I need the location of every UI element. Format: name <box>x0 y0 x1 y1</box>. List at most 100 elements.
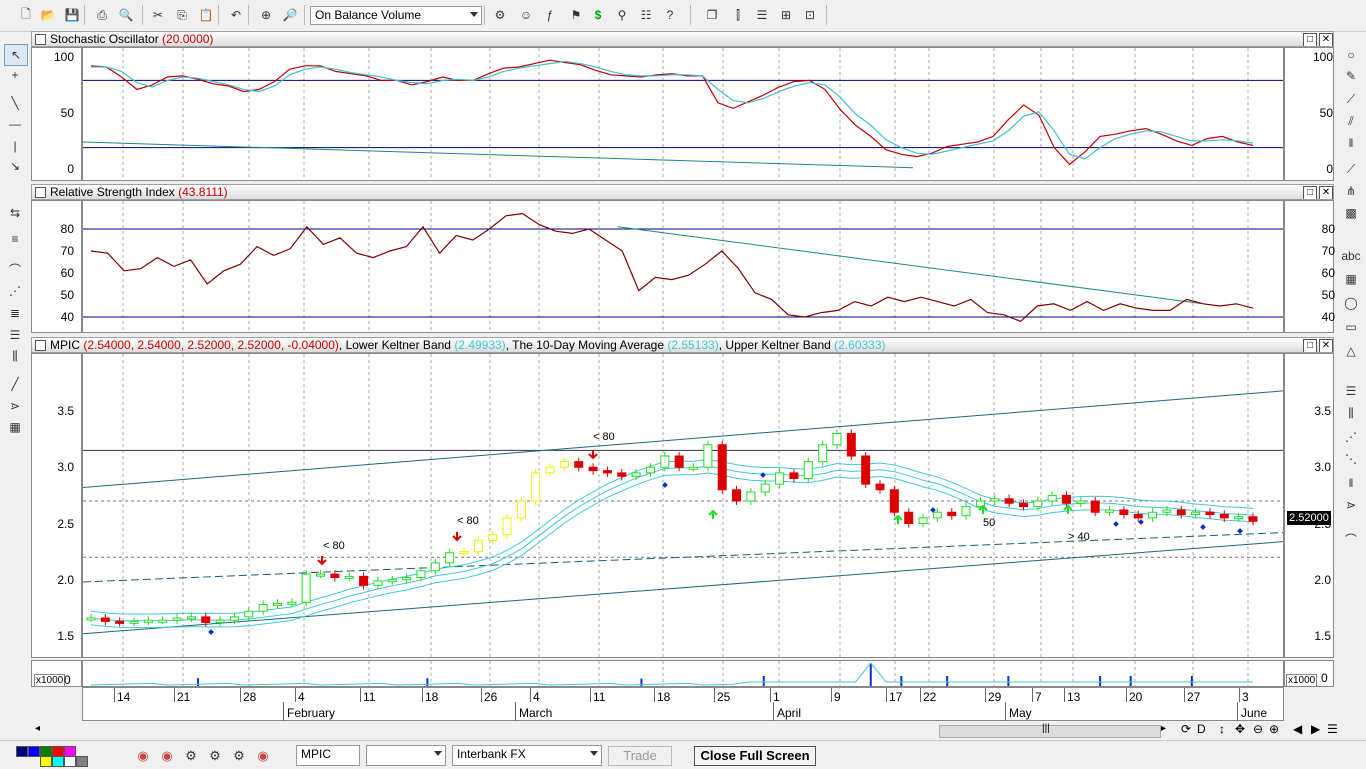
arc-tool-icon[interactable]: ⌒ <box>1340 529 1362 549</box>
dollar-icon[interactable]: $ <box>588 5 608 25</box>
close-icon[interactable]: ✕ <box>1319 186 1333 199</box>
browser-icon[interactable]: ◉ <box>158 747 176 765</box>
stochastic-panel-title[interactable]: Stochastic Oscillator (20.0000) □ ✕ <box>31 31 1334 47</box>
scroll-thumb[interactable]: ||| <box>939 723 1161 738</box>
table-tool-icon[interactable]: ▦ <box>1340 269 1362 289</box>
help-icon[interactable]: ? <box>660 5 680 25</box>
color-swatch[interactable] <box>16 746 28 757</box>
open-folder-icon[interactable]: 📂 <box>38 5 58 25</box>
maximize-icon[interactable]: □ <box>1303 339 1317 352</box>
system-tester-icon[interactable]: ⚑ <box>566 5 586 25</box>
copy-icon[interactable]: ⎘ <box>172 5 192 25</box>
formula-icon[interactable]: ƒ <box>540 5 560 25</box>
ellipse-tool-icon[interactable]: ◯ <box>1340 293 1362 313</box>
close-icon[interactable]: ✕ <box>1319 339 1333 352</box>
fib-time-tool-icon[interactable]: ‖ <box>1340 473 1362 493</box>
color-swatch[interactable] <box>52 756 64 767</box>
price-plot[interactable]: < 80 < 80 < 80 50 > 40 <box>82 353 1284 658</box>
crosshair-icon[interactable]: ⊕ <box>256 5 276 25</box>
options-icon[interactable]: ☰ <box>1327 722 1338 736</box>
pencil-tool-icon[interactable]: ✎ <box>1340 66 1362 86</box>
step-right-icon[interactable]: ▶ <box>1311 722 1320 736</box>
channel-tool-icon[interactable]: ⫽ <box>1340 111 1362 131</box>
browser-icon[interactable]: ◉ <box>134 747 152 765</box>
chevron-down-icon[interactable] <box>590 751 598 756</box>
columns-tool-icon[interactable]: ⫼ <box>1340 403 1362 423</box>
browser-icon[interactable]: ◉ <box>254 747 272 765</box>
paste-icon[interactable]: 📋 <box>196 5 216 25</box>
vertical-line-tool-icon[interactable]: | <box>4 136 26 156</box>
color-swatch[interactable] <box>28 746 40 757</box>
period-select[interactable] <box>366 745 446 766</box>
link-icon[interactable]: ⚙ <box>206 747 224 765</box>
tile-vertical-icon[interactable]: ⫿ <box>728 5 748 25</box>
speed-lines-tool-icon[interactable]: ⋗ <box>4 396 26 416</box>
bars-tool-icon[interactable]: ‖ <box>1340 133 1362 153</box>
trendline-tool-icon[interactable]: ╲ <box>4 93 26 113</box>
regression-tool-icon[interactable]: ⟋ <box>1340 159 1362 179</box>
cascade-icon[interactable]: ❐ <box>702 5 722 25</box>
undo-icon[interactable]: ↶ <box>226 5 246 25</box>
pan-tool-icon[interactable]: ⇆ <box>4 203 26 223</box>
list-tool-icon[interactable]: ☰ <box>1340 381 1362 401</box>
rsi-panel-title[interactable]: Relative Strength Index (43.8111) □ ✕ <box>31 184 1334 200</box>
rectangle-tool-icon[interactable]: ▭ <box>1340 317 1362 337</box>
price-panel-title[interactable]: MPIC (2.54000, 2.54000, 2.52000, 2.52000… <box>31 337 1334 353</box>
line-tool-icon[interactable]: ╱ <box>4 374 26 394</box>
binoculars-icon[interactable]: ⚲ <box>612 5 632 25</box>
ray-tool-icon[interactable]: ⟋ <box>1340 89 1362 109</box>
link-icon[interactable]: ⚙ <box>182 747 200 765</box>
scan-icon[interactable]: ☷ <box>636 5 656 25</box>
indicator-select[interactable]: On Balance Volume <box>310 6 482 25</box>
zoom-icon[interactable]: 🔎 <box>280 5 300 25</box>
expert-icon[interactable]: ☺ <box>516 5 536 25</box>
cycle-tool-icon[interactable]: ⌒ <box>4 259 26 279</box>
gann-grid-tool-icon[interactable]: ▦ <box>4 417 26 437</box>
retracement-tool-icon[interactable]: ☰ <box>4 325 26 345</box>
stochastic-plot[interactable] <box>82 47 1284 181</box>
fib-arcs-tool-icon[interactable]: ⋰ <box>1340 427 1362 447</box>
parallel-lines-tool-icon[interactable]: ≡ <box>4 229 26 249</box>
zoom-out-icon[interactable]: ⊖ <box>1253 722 1263 736</box>
fibonacci-tool-icon[interactable]: ≣ <box>4 303 26 323</box>
pointer-tool-icon[interactable]: ↖ <box>4 44 28 66</box>
text-tool-icon[interactable]: abc <box>1340 246 1362 266</box>
indicator-icon[interactable]: ⚙ <box>490 5 510 25</box>
step-left-icon[interactable]: ◀ <box>1293 722 1302 736</box>
new-document-icon[interactable]: 🗋 <box>16 5 36 25</box>
color-swatch[interactable] <box>76 756 88 767</box>
maximize-icon[interactable]: □ <box>1303 33 1317 46</box>
print-icon[interactable]: ⎙ <box>92 5 112 25</box>
chevron-down-icon[interactable] <box>434 751 442 756</box>
fib-fan-tool-icon[interactable]: ⋱ <box>1340 449 1362 469</box>
vertical-zoom-icon[interactable]: ↕ <box>1219 722 1225 736</box>
horizontal-scrollbar[interactable]: ◂ ||| ▸ ⟳ D ↕ ✥ ⊖ ⊕ ◀ ▶ ☰ <box>31 722 1338 739</box>
color-swatch[interactable] <box>40 756 52 767</box>
scroll-right-icon[interactable]: ▸ <box>1161 723 1166 734</box>
close-icon[interactable]: ✕ <box>1319 33 1333 46</box>
symbol-field[interactable]: MPIC <box>296 745 360 766</box>
scroll-left-icon[interactable]: ◂ <box>35 723 40 734</box>
grid-tool-icon[interactable]: ▩ <box>1340 203 1362 223</box>
arrange-icon[interactable]: ⊡ <box>800 5 820 25</box>
horizontal-line-tool-icon[interactable]: — <box>4 114 26 134</box>
trade-button[interactable]: Trade <box>608 746 672 766</box>
chevron-down-icon[interactable] <box>470 12 478 17</box>
link-icon[interactable]: ⚙ <box>230 747 248 765</box>
maximize-icon[interactable]: □ <box>1303 186 1317 199</box>
delete-line-tool-icon[interactable]: ↘ <box>4 156 26 176</box>
tile-grid-icon[interactable]: ⊞ <box>776 5 796 25</box>
cut-icon[interactable]: ✂ <box>148 5 168 25</box>
triangle-tool-icon[interactable]: △ <box>1340 341 1362 361</box>
close-full-screen-button[interactable]: Close Full Screen <box>694 746 816 766</box>
volume-plot[interactable] <box>82 660 1284 687</box>
exchange-select[interactable]: Interbank FX <box>452 745 602 766</box>
panel-select-icon[interactable] <box>35 34 46 45</box>
move-icon[interactable]: ✥ <box>1235 722 1245 736</box>
print-preview-icon[interactable]: 🔍 <box>116 5 136 25</box>
crosshair-tool-icon[interactable]: + <box>4 65 26 85</box>
daily-icon[interactable]: D <box>1197 722 1206 736</box>
panel-select-icon[interactable] <box>35 340 46 351</box>
time-zones-tool-icon[interactable]: ⫼ <box>4 346 26 366</box>
refresh-icon[interactable]: ⟳ <box>1181 722 1191 736</box>
